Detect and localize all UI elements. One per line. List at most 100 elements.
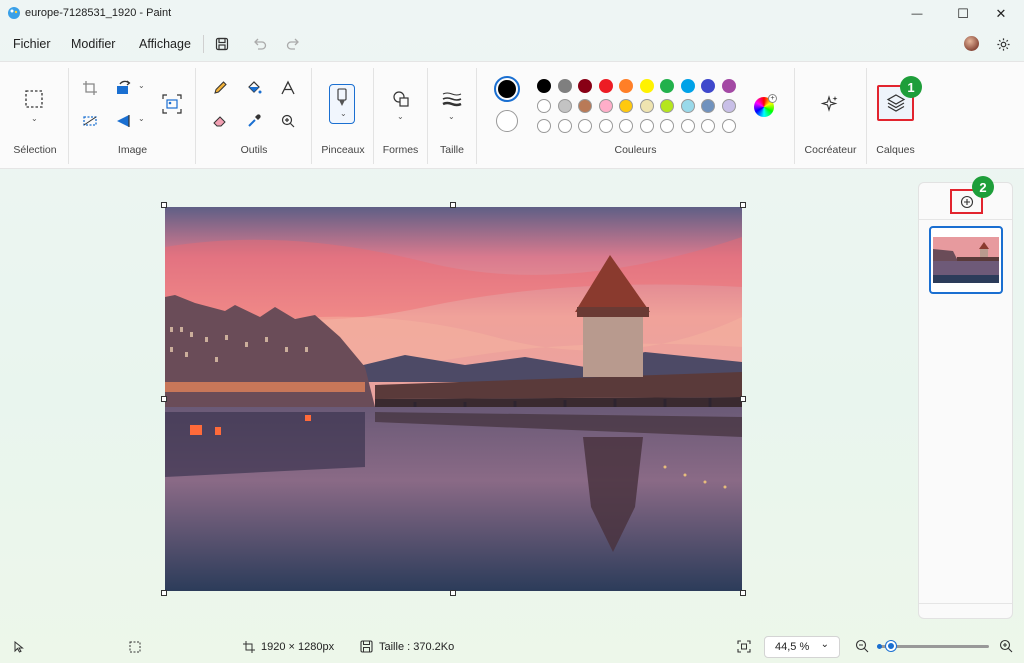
custom-color-slot[interactable] [701, 119, 715, 133]
undo-icon[interactable] [251, 35, 269, 53]
resize-handle-tl[interactable] [161, 202, 167, 208]
palette-swatch[interactable] [619, 79, 633, 93]
custom-color-slot[interactable] [660, 119, 674, 133]
shapes-chevron-down-icon[interactable]: ⌄ [397, 112, 404, 121]
cocreator-sparkle-icon[interactable] [818, 92, 842, 116]
palette-swatch[interactable] [557, 99, 572, 113]
palette-swatch[interactable] [537, 99, 551, 113]
palette-swatch[interactable] [721, 99, 736, 113]
close-icon: ✕ [995, 5, 1007, 21]
custom-color-slot[interactable] [537, 119, 551, 133]
background-removal-icon[interactable] [160, 92, 184, 116]
palette-swatch[interactable] [578, 79, 592, 93]
custom-color-slot[interactable] [578, 119, 592, 133]
canvas-size-icon [243, 641, 255, 653]
secondary-color-swatch[interactable] [496, 110, 518, 132]
zoom-chevron-down-icon: ⌄ [820, 639, 829, 650]
rotate-chevron-down-icon[interactable]: ⌄ [138, 81, 145, 90]
add-layer-plus-icon [960, 195, 974, 209]
palette-swatch[interactable] [701, 79, 715, 93]
save-icon[interactable] [213, 35, 231, 53]
palette-swatch[interactable] [680, 79, 695, 93]
text-icon[interactable] [276, 76, 300, 100]
resize-handle-br[interactable] [740, 590, 746, 596]
group-label-selection: Sélection [13, 144, 57, 156]
group-label-size: Taille [440, 144, 464, 156]
minimize-button[interactable]: — [894, 0, 940, 27]
zoom-in-icon[interactable] [999, 639, 1013, 653]
resize-handle-bl[interactable] [161, 590, 167, 596]
menu-file[interactable]: Fichier [13, 37, 51, 51]
group-divider [68, 68, 69, 164]
status-bar: 1920 × 1280px Taille : 370.2Ko [0, 630, 1024, 663]
palette-swatch[interactable] [660, 79, 674, 93]
fit-to-window-icon[interactable] [737, 640, 751, 653]
selection-chevron-down-icon[interactable]: ⌄ [31, 114, 38, 123]
crop-icon[interactable] [78, 76, 102, 100]
canvas-image[interactable] [165, 207, 742, 591]
primary-color-swatch[interactable] [494, 76, 520, 102]
custom-color-slot[interactable] [721, 119, 736, 133]
palette-swatch[interactable] [598, 79, 613, 93]
edit-colors-icon[interactable]: + [754, 94, 777, 117]
palette-swatch[interactable] [619, 99, 633, 113]
zoom-slider[interactable] [877, 641, 989, 651]
resize-handle-r[interactable] [740, 396, 746, 402]
selection-rect-icon[interactable] [22, 87, 46, 111]
title-bar: europe-7128531_1920 - Paint — ☐ ✕ [0, 0, 1024, 27]
brushes-button[interactable]: ⌄ [329, 84, 355, 124]
shapes-icon[interactable] [389, 87, 413, 111]
custom-color-slot[interactable] [557, 119, 572, 133]
menu-edit[interactable]: Modifier [71, 37, 115, 51]
resize-handle-tr[interactable] [740, 202, 746, 208]
eraser-icon[interactable] [208, 109, 232, 133]
close-button[interactable]: ✕ [978, 0, 1024, 27]
zoom-level-value: 44,5 % [775, 641, 810, 653]
color-picker-icon[interactable] [242, 109, 266, 133]
zoom-slider-thumb[interactable] [886, 641, 896, 651]
resize-handle-l[interactable] [161, 396, 167, 402]
flip-icon[interactable] [112, 109, 136, 133]
palette-swatch[interactable] [537, 79, 551, 93]
menu-view[interactable]: Affichage [139, 37, 191, 51]
stroke-size-icon[interactable] [440, 87, 464, 111]
settings-gear-icon[interactable] [994, 35, 1012, 53]
custom-color-slot[interactable] [639, 119, 654, 133]
custom-color-slot[interactable] [619, 119, 633, 133]
layer-thumbnail-image [933, 237, 999, 283]
size-chevron-down-icon[interactable]: ⌄ [448, 112, 455, 121]
custom-color-slot[interactable] [598, 119, 613, 133]
layer-thumbnail[interactable] [929, 226, 1003, 294]
brush-icon [337, 88, 347, 106]
group-label-tools: Outils [240, 144, 268, 156]
file-size: Taille : 370.2Ko [379, 641, 455, 653]
palette-swatch[interactable] [578, 99, 592, 113]
resize-handle-t[interactable] [450, 202, 456, 208]
palette-swatch[interactable] [660, 99, 674, 113]
fill-bucket-icon[interactable] [242, 76, 266, 100]
palette-swatch[interactable] [598, 99, 613, 113]
rotate-icon[interactable] [112, 76, 136, 100]
image-dimensions: 1920 × 1280px [261, 641, 335, 653]
zoom-level-dropdown[interactable]: 44,5 % ⌄ [764, 636, 840, 658]
redo-icon[interactable] [284, 35, 302, 53]
selection-size-icon [129, 641, 141, 653]
resize-skew-icon[interactable] [78, 109, 102, 133]
palette-swatch[interactable] [557, 79, 572, 93]
magnifier-icon[interactable] [276, 109, 300, 133]
palette-swatch[interactable] [639, 79, 654, 93]
palette-swatch[interactable] [680, 99, 695, 113]
avatar[interactable] [964, 36, 979, 51]
palette-swatch[interactable] [721, 79, 736, 93]
layers-panel [918, 182, 1013, 619]
palette-swatch[interactable] [639, 99, 654, 113]
brushes-chevron-down-icon: ⌄ [340, 109, 347, 118]
callout-badge-1: 1 [900, 76, 922, 98]
palette-swatch[interactable] [701, 99, 715, 113]
flip-chevron-down-icon[interactable]: ⌄ [138, 114, 145, 123]
custom-color-slot[interactable] [680, 119, 695, 133]
zoom-out-icon[interactable] [855, 639, 869, 653]
resize-handle-b[interactable] [450, 590, 456, 596]
pencil-icon[interactable] [208, 76, 232, 100]
toolbar-ribbon: ⌄ Sélection ⌄ ⌄ Image Outils ⌄ Pinceaux … [0, 61, 1024, 169]
